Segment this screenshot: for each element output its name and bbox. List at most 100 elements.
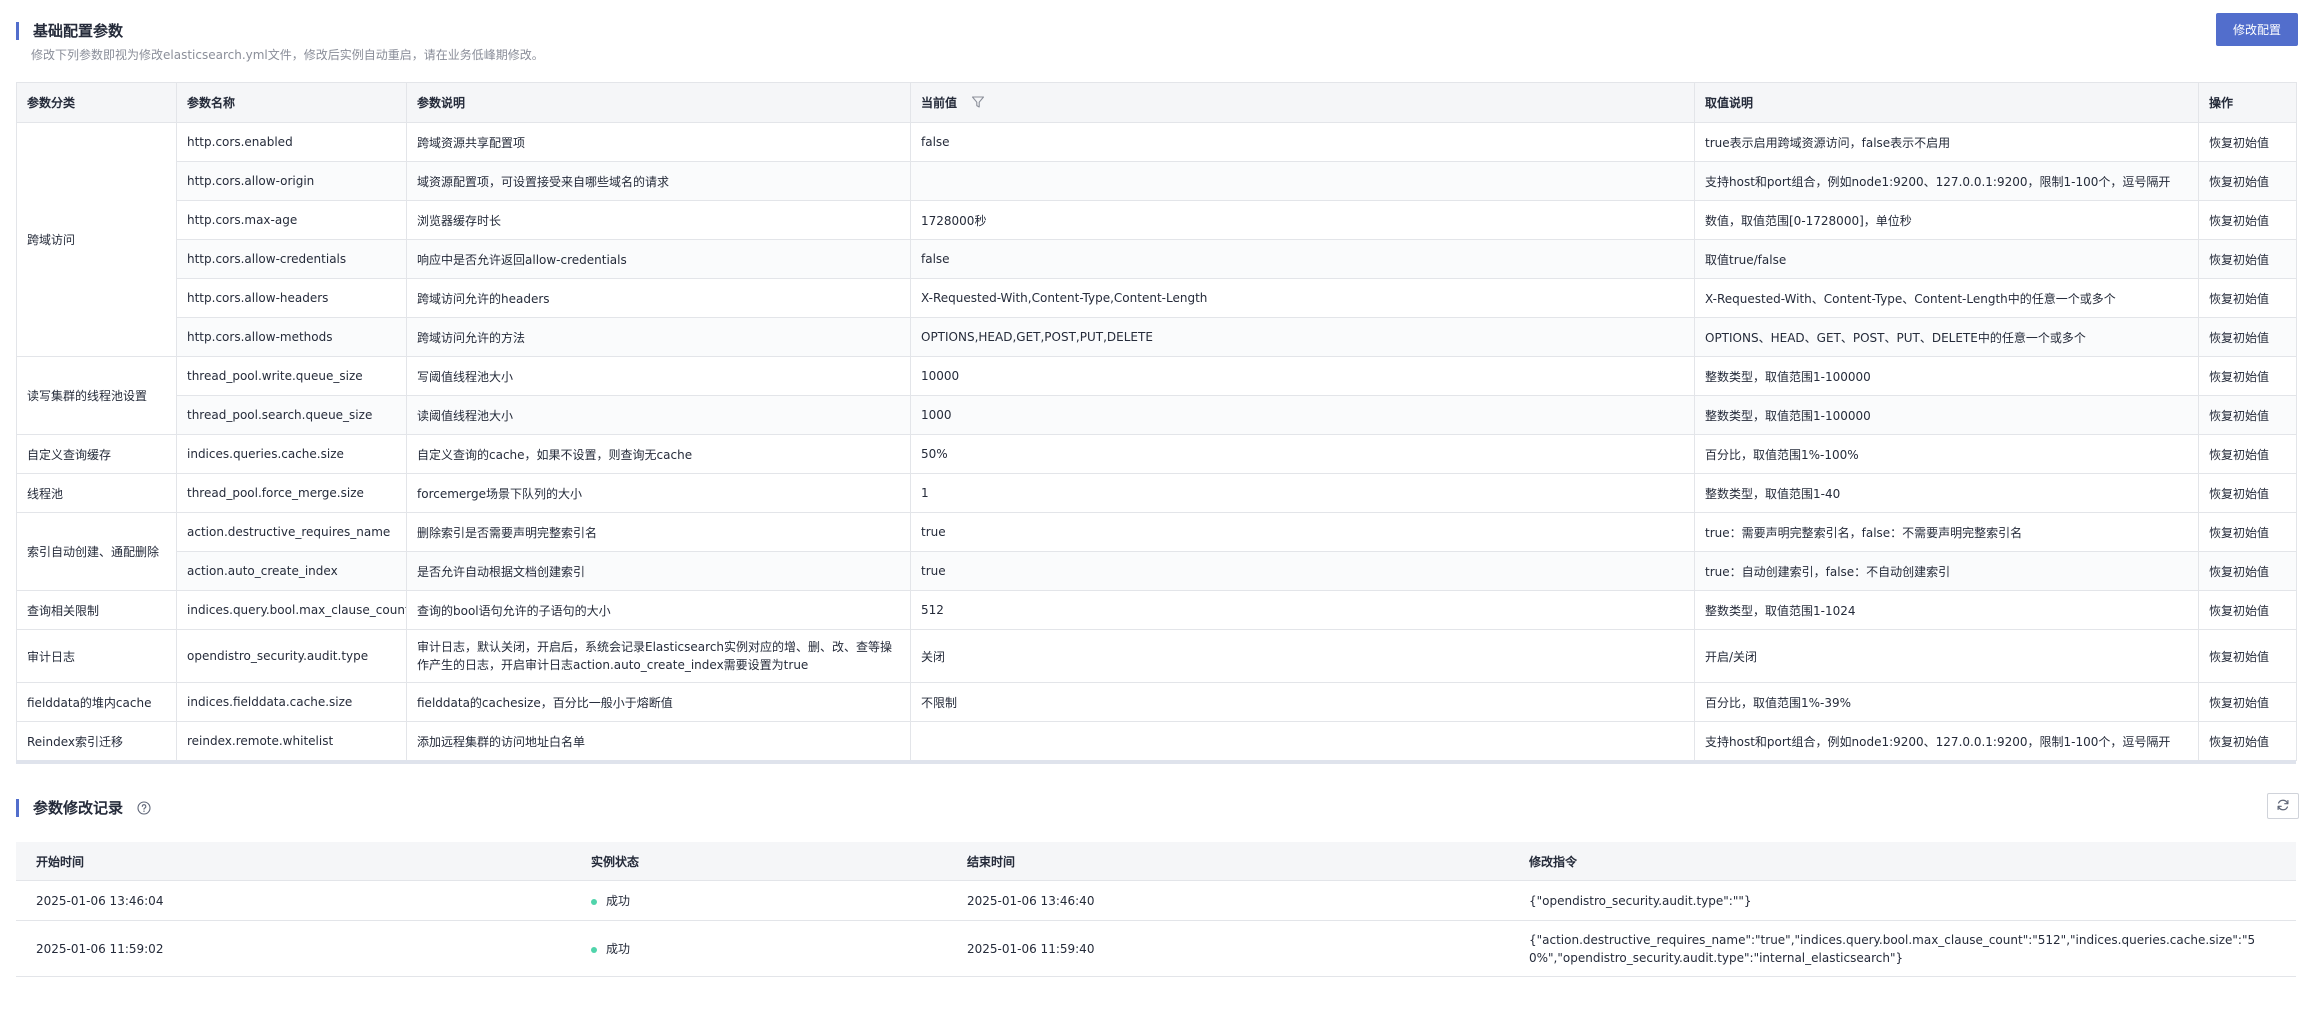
modify-config-button[interactable]: 修改配置 (2216, 13, 2298, 46)
param-range: 百分比，取值范围1%-100% (1694, 434, 2199, 474)
basic-config-description: 修改下列参数即视为修改elasticsearch.yml文件，修改后实例自动重启… (31, 48, 544, 62)
col-header-description: 参数说明 (406, 82, 911, 123)
param-name: indices.fielddata.cache.size (176, 682, 407, 722)
restore-default-link[interactable]: 恢复初始值 (2198, 473, 2297, 513)
section-accent-bar (16, 21, 19, 40)
param-current-value: false (910, 122, 1695, 162)
param-description: 添加远程集群的访问地址白名单 (406, 721, 911, 761)
param-range: 支持host和port组合，例如node1:9200、127.0.0.1:920… (1694, 161, 2199, 201)
col-header-action: 操作 (2198, 82, 2297, 123)
history-header: 参数修改记录 (16, 797, 151, 818)
section-accent-bar (16, 798, 19, 817)
restore-default-link[interactable]: 恢复初始值 (2198, 122, 2297, 162)
param-range: true表示启用跨域资源访问，false表示不启用 (1694, 122, 2199, 162)
category-cell: Reindex索引迁移 (16, 721, 177, 761)
param-current-value: 50% (910, 434, 1695, 474)
status-text: 成功 (606, 894, 631, 908)
param-name: http.cors.allow-credentials (176, 239, 407, 279)
status-cell: 成功 (571, 920, 947, 977)
param-name: http.cors.max-age (176, 200, 407, 240)
config-table-header: 参数分类 参数名称 参数说明 当前值 取值说明 操作 (16, 82, 2297, 123)
col-header-status: 实例状态 (571, 842, 947, 881)
refresh-button[interactable] (2267, 793, 2299, 819)
param-range: OPTIONS、HEAD、GET、POST、PUT、DELETE中的任意一个或多… (1694, 317, 2199, 357)
table-row: http.cors.allow-methods 跨域访问允许的方法 OPTION… (17, 317, 2297, 357)
param-description: 删除索引是否需要声明完整索引名 (406, 512, 911, 552)
param-description: 查询的bool语句允许的子语句的大小 (406, 590, 911, 630)
table-row: http.cors.allow-origin 域资源配置项，可设置接受来自哪些域… (17, 161, 2297, 201)
param-description: 域资源配置项，可设置接受来自哪些域名的请求 (406, 161, 911, 201)
param-name: thread_pool.write.queue_size (176, 356, 407, 396)
param-description: 自定义查询的cache，如果不设置，则查询无cache (406, 434, 911, 474)
col-header-command: 修改指令 (1509, 842, 2296, 881)
table-scrollbar[interactable] (16, 760, 2296, 764)
param-description: 响应中是否允许返回allow-credentials (406, 239, 911, 279)
param-current-value: 关闭 (910, 629, 1695, 683)
success-status-dot (591, 946, 597, 953)
param-range: 整数类型，取值范围1-100000 (1694, 356, 2199, 396)
restore-default-link[interactable]: 恢复初始值 (2198, 629, 2297, 683)
param-name: reindex.remote.whitelist (176, 721, 407, 761)
param-range: true：自动创建索引，false：不自动创建索引 (1694, 551, 2199, 591)
basic-config-header: 基础配置参数 (16, 20, 123, 41)
param-current-value: X-Requested-With,Content-Type,Content-Le… (910, 278, 1695, 318)
param-description: 是否允许自动根据文档创建索引 (406, 551, 911, 591)
table-row: 索引自动创建、通配删除 action.destructive_requires_… (16, 512, 2297, 591)
help-icon[interactable] (137, 800, 151, 815)
restore-default-link[interactable]: 恢复初始值 (2198, 356, 2297, 396)
col-header-name: 参数名称 (176, 82, 407, 123)
col-header-current-value-label: 当前值 (921, 95, 958, 110)
param-name: indices.queries.cache.size (176, 434, 407, 474)
restore-default-link[interactable]: 恢复初始值 (2198, 239, 2297, 279)
param-range: 百分比，取值范围1%-39% (1694, 682, 2199, 722)
param-current-value: 1000 (910, 395, 1695, 435)
param-range: 开启/关闭 (1694, 629, 2199, 683)
param-name: http.cors.allow-origin (176, 161, 407, 201)
restore-default-link[interactable]: 恢复初始值 (2198, 200, 2297, 240)
col-header-category: 参数分类 (16, 82, 177, 123)
param-description: fielddata的cachesize，百分比一般小于熔断值 (406, 682, 911, 722)
category-cell: 查询相关限制 (16, 590, 177, 630)
col-header-end-time: 结束时间 (947, 842, 1509, 881)
category-cell: 读写集群的线程池设置 (16, 356, 177, 435)
param-name: indices.query.bool.max_clause_count (176, 590, 407, 630)
history-title: 参数修改记录 (33, 799, 124, 817)
param-current-value: false (910, 239, 1695, 279)
restore-default-link[interactable]: 恢复初始值 (2198, 721, 2297, 761)
param-range: 整数类型，取值范围1-1024 (1694, 590, 2199, 630)
param-description: 浏览器缓存时长 (406, 200, 911, 240)
end-time: 2025-01-06 11:59:40 (947, 920, 1509, 977)
col-header-range: 取值说明 (1694, 82, 2199, 123)
param-description: 读阈值线程池大小 (406, 395, 911, 435)
basic-config-title: 基础配置参数 (33, 22, 124, 40)
restore-default-link[interactable]: 恢复初始值 (2198, 278, 2297, 318)
table-row: action.auto_create_index 是否允许自动根据文档创建索引 … (17, 551, 2297, 591)
param-name: action.destructive_requires_name (176, 512, 407, 552)
category-cell: 自定义查询缓存 (16, 434, 177, 474)
param-range: 整数类型，取值范围1-100000 (1694, 395, 2199, 435)
param-range: 数值，取值范围[0-1728000]，单位秒 (1694, 200, 2199, 240)
success-status-dot (591, 898, 597, 905)
restore-default-link[interactable]: 恢复初始值 (2198, 434, 2297, 474)
param-name: action.auto_create_index (176, 551, 407, 591)
history-table: 开始时间 实例状态 结束时间 修改指令 2025-01-06 13:46:04 … (16, 842, 2296, 977)
restore-default-link[interactable]: 恢复初始值 (2198, 512, 2297, 552)
filter-icon[interactable] (971, 95, 985, 112)
param-range: 支持host和port组合，例如node1:9200、127.0.0.1:920… (1694, 721, 2199, 761)
param-current-value: true (910, 551, 1695, 591)
restore-default-link[interactable]: 恢复初始值 (2198, 317, 2297, 357)
table-row: 审计日志 opendistro_security.audit.type 审计日志… (16, 629, 2297, 683)
param-current-value: 10000 (910, 356, 1695, 396)
param-description: 跨域访问允许的headers (406, 278, 911, 318)
param-name: http.cors.allow-methods (176, 317, 407, 357)
param-name: http.cors.allow-headers (176, 278, 407, 318)
param-description: 跨域访问允许的方法 (406, 317, 911, 357)
table-row: 自定义查询缓存 indices.queries.cache.size 自定义查询… (16, 434, 2297, 474)
restore-default-link[interactable]: 恢复初始值 (2198, 682, 2297, 722)
restore-default-link[interactable]: 恢复初始值 (2198, 590, 2297, 630)
restore-default-link[interactable]: 恢复初始值 (2198, 551, 2297, 591)
param-current-value: true (910, 512, 1695, 552)
restore-default-link[interactable]: 恢复初始值 (2198, 395, 2297, 435)
category-cell: 索引自动创建、通配删除 (16, 512, 177, 591)
restore-default-link[interactable]: 恢复初始值 (2198, 161, 2297, 201)
